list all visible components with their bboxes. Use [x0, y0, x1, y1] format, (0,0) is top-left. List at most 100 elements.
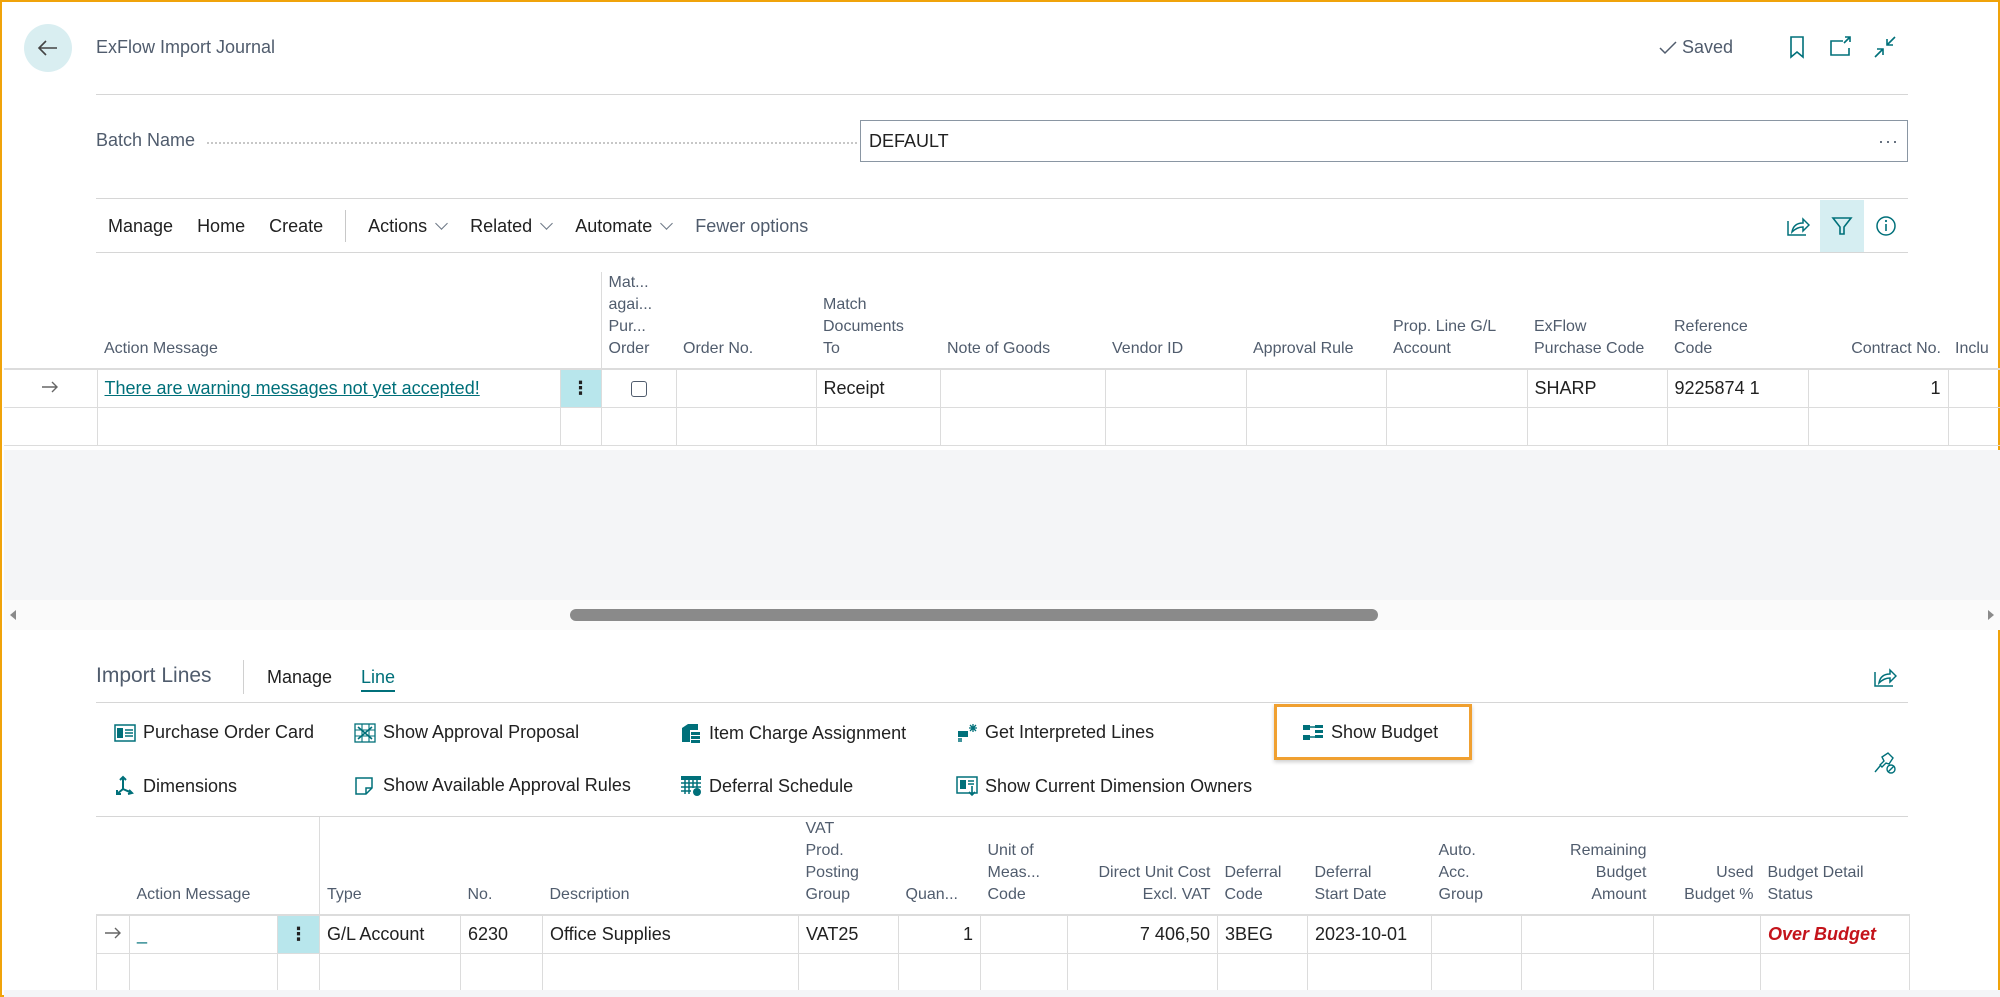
warning-message-link[interactable]: There are warning messages not yet accep… [105, 378, 480, 398]
purchase-order-card-button[interactable]: Purchase Order Card [114, 722, 314, 743]
col-uom[interactable]: Unit of Meas... Code [980, 817, 1068, 916]
cell-empty[interactable] [559, 406, 602, 446]
col-vat-group[interactable]: VAT Prod. Posting Group [798, 817, 899, 916]
col-line-action-message[interactable]: Action Message [129, 817, 278, 916]
back-button[interactable] [24, 24, 72, 72]
menu-actions[interactable]: Actions [356, 216, 458, 237]
table-row-empty[interactable] [96, 952, 1910, 992]
cell-purchase-code[interactable]: SHARP [1526, 368, 1668, 408]
cell-type[interactable]: G/L Account [319, 914, 461, 954]
cell-match-docs-to[interactable]: Receipt [815, 368, 941, 408]
cell-deferral-code[interactable]: 3BEG [1217, 914, 1308, 954]
cell-no[interactable]: 6230 [460, 914, 543, 954]
cell-empty[interactable] [1666, 406, 1809, 446]
cell-empty[interactable] [600, 406, 677, 446]
table-row-empty[interactable] [4, 406, 2000, 446]
cell-quantity[interactable]: 1 [898, 914, 981, 954]
cell-prop-line-gl[interactable] [1385, 368, 1528, 408]
cell-approval-rule[interactable] [1245, 368, 1387, 408]
show-approval-proposal-button[interactable]: Show Approval Proposal [354, 722, 579, 743]
lines-share-button[interactable] [1870, 662, 1900, 692]
col-type[interactable]: Type [319, 817, 461, 916]
collapse-button[interactable] [1870, 32, 1900, 62]
cell-reference-code[interactable]: 9225874 1 [1666, 368, 1809, 408]
horizontal-scrollbar[interactable] [4, 600, 2000, 630]
batch-name-field[interactable]: DEFAULT ··· [860, 120, 1908, 162]
col-description[interactable]: Description [542, 817, 799, 916]
col-contract-no[interactable]: Contract No. [1808, 272, 1948, 370]
filter-button[interactable] [1820, 200, 1864, 252]
col-reference-code[interactable]: Reference Code [1667, 272, 1808, 370]
cell-line-action-message[interactable]: _ [129, 914, 278, 954]
dimensions-button[interactable]: Dimensions [114, 775, 237, 797]
cell-empty[interactable] [277, 952, 320, 992]
cell-order-no[interactable] [675, 368, 817, 408]
cell-budget-status[interactable]: Over Budget [1760, 914, 1910, 954]
col-purchase-code[interactable]: ExFlow Purchase Code [1527, 272, 1667, 370]
menu-create[interactable]: Create [257, 216, 335, 237]
col-note-of-goods[interactable]: Note of Goods [940, 272, 1105, 370]
cell-contract-no[interactable]: 1 [1807, 368, 1949, 408]
col-remaining-budget[interactable]: Remaining Budget Amount [1521, 817, 1654, 916]
cell-empty[interactable] [1947, 406, 2000, 446]
cell-empty[interactable] [96, 406, 561, 446]
col-approval-rule[interactable]: Approval Rule [1246, 272, 1386, 370]
col-quantity[interactable]: Quan... [898, 817, 981, 916]
cell-empty[interactable] [542, 952, 799, 992]
col-budget-status[interactable]: Budget Detail Status [1760, 817, 1910, 916]
match-against-po-checkbox[interactable] [630, 381, 647, 397]
cell-note-of-goods[interactable] [939, 368, 1106, 408]
show-budget-button[interactable]: Show Budget [1302, 722, 1438, 743]
col-used-budget[interactable]: Used Budget % [1653, 817, 1761, 916]
cell-direct-unit-cost[interactable]: 7 406,50 [1067, 914, 1218, 954]
cell-empty[interactable] [1431, 952, 1522, 992]
cell-uom[interactable] [980, 914, 1068, 954]
row-actions-menu[interactable]: ⋮ [277, 914, 320, 954]
col-prop-line-gl[interactable]: Prop. Line G/L Account [1386, 272, 1527, 370]
line-action-message-link[interactable]: _ [137, 924, 147, 944]
menu-home[interactable]: Home [185, 216, 257, 237]
cell-empty[interactable] [1653, 952, 1761, 992]
cell-empty[interactable] [1526, 406, 1668, 446]
tab-manage[interactable]: Manage [267, 667, 332, 688]
cell-empty[interactable] [319, 952, 461, 992]
table-row[interactable]: There are warning messages not yet accep… [4, 368, 2000, 408]
cell-empty[interactable] [1217, 952, 1308, 992]
cell-empty[interactable] [1067, 952, 1218, 992]
col-action-message[interactable]: Action Message [97, 272, 560, 370]
cell-empty[interactable] [1760, 952, 1910, 992]
cell-empty[interactable] [798, 952, 899, 992]
col-vendor-id[interactable]: Vendor ID [1105, 272, 1246, 370]
cell-inclu[interactable] [1947, 368, 2000, 408]
open-new-window-button[interactable] [1826, 32, 1856, 62]
menu-related[interactable]: Related [458, 216, 563, 237]
deferral-schedule-button[interactable]: Deferral Schedule [680, 775, 853, 797]
cell-empty[interactable] [1521, 952, 1654, 992]
cell-empty[interactable] [460, 952, 543, 992]
tab-line[interactable]: Line [361, 667, 396, 692]
col-order-no[interactable]: Order No. [676, 272, 816, 370]
item-charge-assignment-button[interactable]: Item Charge Assignment [680, 722, 906, 744]
fewer-options-button[interactable]: Fewer options [683, 216, 820, 237]
cell-action-message[interactable]: There are warning messages not yet accep… [96, 368, 561, 408]
cell-empty[interactable] [675, 406, 817, 446]
cell-empty[interactable] [815, 406, 941, 446]
cell-deferral-start-date[interactable]: 2023-10-01 [1307, 914, 1432, 954]
cell-match-against-po[interactable] [600, 368, 677, 408]
cell-description[interactable]: Office Supplies [542, 914, 799, 954]
cell-empty[interactable] [1104, 406, 1247, 446]
cell-vat-group[interactable]: VAT25 [798, 914, 899, 954]
table-row[interactable]: _ ⋮ G/L Account 6230 Office Supplies VAT… [96, 914, 1910, 954]
info-button[interactable] [1864, 200, 1908, 252]
bookmark-button[interactable] [1782, 32, 1812, 62]
show-current-dimension-owners-button[interactable]: Show Current Dimension Owners [956, 775, 1252, 797]
col-auto-acc-group[interactable]: Auto. Acc. Group [1431, 817, 1522, 916]
scroll-right-arrow-icon[interactable] [1988, 610, 1994, 620]
cell-auto-acc-group[interactable] [1431, 914, 1522, 954]
cell-remaining-budget[interactable] [1521, 914, 1654, 954]
col-match-against-po[interactable]: Mat... agai... Pur... Order [600, 272, 676, 370]
col-inclu[interactable]: Inclu [1948, 272, 2000, 370]
show-available-approval-rules-button[interactable]: Show Available Approval Rules [354, 775, 631, 796]
cell-empty[interactable] [1245, 406, 1387, 446]
col-direct-unit-cost[interactable]: Direct Unit Cost Excl. VAT [1067, 817, 1218, 916]
